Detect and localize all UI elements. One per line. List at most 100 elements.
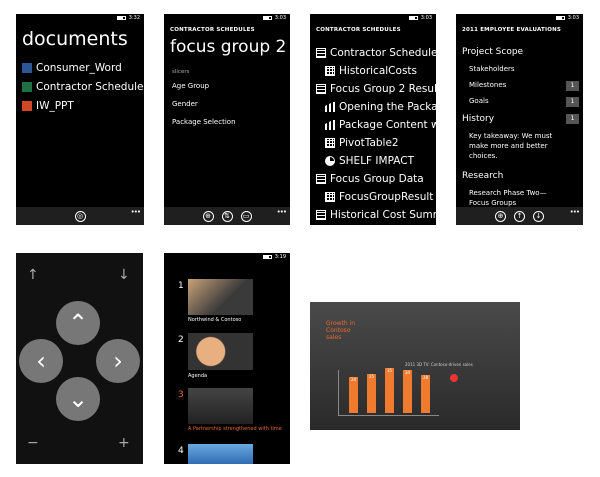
slide-number: 1	[178, 281, 184, 291]
comment-badge[interactable]: 1	[566, 97, 579, 107]
workbook-icon	[316, 84, 326, 94]
status-bar: 3:32	[116, 15, 140, 21]
item-milestones[interactable]: Milestones	[469, 81, 506, 89]
slide-title: Growth in Contoso sales	[326, 320, 356, 341]
slide-thumbnail-4[interactable]	[188, 444, 253, 464]
document-header: 2011 EMPLOYEE EVALUATIONS	[462, 27, 562, 33]
outline-item[interactable]: Historical Cost Summ	[316, 209, 436, 221]
heading-research[interactable]: Research	[462, 171, 503, 181]
focus-group-screen: 3:03 CONTRACTOR SCHEDULES focus group 2 …	[164, 14, 290, 225]
item-stakeholders[interactable]: Stakeholders	[469, 65, 515, 73]
down-arrow-button[interactable]: ↓	[533, 210, 544, 222]
workbook-icon	[316, 210, 326, 220]
outline-item[interactable]: SHELF IMPACT	[325, 155, 414, 167]
status-bar: 3:03	[408, 15, 432, 21]
outline-item[interactable]: Contractor Schedules	[316, 47, 436, 59]
documents-screen: 3:32 documents Consumer_Word Contractor …	[16, 14, 144, 225]
section-label: slicers	[172, 69, 190, 75]
slide-thumbnail-1[interactable]	[188, 279, 253, 315]
status-time: 3:03	[567, 15, 579, 21]
bar-label: 24	[349, 377, 358, 413]
arrow-up-left-icon[interactable]: ↑	[27, 267, 39, 283]
outline-item[interactable]: PivotTable2	[325, 137, 399, 149]
location-button[interactable]: ◎	[74, 210, 86, 222]
more-button[interactable]: •••	[277, 208, 287, 216]
right-button[interactable]: ›	[96, 339, 140, 383]
slide-number: 2	[178, 335, 184, 345]
slide-preview: Growth in Contoso sales 2011 3D TV: Cont…	[310, 302, 520, 430]
item-goals[interactable]: Goals	[469, 97, 489, 105]
app-bar: ◎ •••	[16, 207, 144, 225]
heading-project-scope[interactable]: Project Scope	[462, 47, 523, 57]
chart-icon	[325, 120, 335, 130]
comment-badge[interactable]: 1	[566, 81, 579, 91]
zoom-button[interactable]: ⊕	[495, 210, 506, 222]
worksheet-icon	[325, 66, 335, 76]
workbook-header: CONTRACTOR SCHEDULES	[170, 27, 255, 33]
outline-item[interactable]: HistoricalCosts	[325, 65, 417, 77]
app-bar: ⊕ ⇅ ▭ •••	[164, 207, 290, 225]
slicer-button[interactable]: ▭	[240, 210, 252, 222]
slide-thumbnails-screen: 3:19 1 Northwind & Contoso 2 Agenda 3 A …	[164, 253, 290, 464]
comment-badge[interactable]: 1	[566, 114, 579, 124]
outline-item[interactable]: Package Content w	[325, 119, 436, 131]
left-button[interactable]: ‹	[19, 339, 63, 383]
excel-icon	[22, 82, 32, 92]
outline-screen: 3:03 CONTRACTOR SCHEDULES Contractor Sch…	[310, 14, 436, 225]
zoom-out-icon[interactable]: −	[27, 435, 39, 451]
up-arrow-button[interactable]: ↑	[514, 210, 525, 222]
status-bar: 3:19	[262, 254, 286, 260]
chart-icon	[325, 102, 335, 112]
down-button[interactable]: ⌄	[56, 377, 100, 421]
takeaway-text: Key takeaway: We must make more and bett…	[469, 132, 553, 160]
slide-number: 4	[178, 446, 184, 456]
workbook-header: CONTRACTOR SCHEDULES	[316, 27, 401, 33]
up-button[interactable]: ⌃	[56, 301, 100, 345]
page-title: focus group 2 re	[170, 37, 290, 57]
outline-item[interactable]: Opening the Packa	[325, 101, 436, 113]
worksheet-icon	[325, 192, 335, 202]
swap-button[interactable]: ⇅	[221, 210, 233, 222]
item-research-phase-two[interactable]: Research Phase Two—Focus Groups	[469, 188, 559, 208]
battery-icon	[262, 255, 272, 259]
arrow-down-right-icon[interactable]: ↓	[118, 267, 130, 283]
status-bar: 3:03	[555, 15, 579, 21]
outline-item[interactable]: Focus Group 2 Result	[316, 83, 436, 95]
battery-icon	[408, 16, 418, 20]
battery-icon	[116, 16, 126, 20]
file-item-excel[interactable]: Contractor Schedules	[22, 81, 144, 93]
status-bar: 3:03	[262, 15, 286, 21]
powerpoint-icon	[22, 101, 32, 111]
red-highlight-marker	[450, 374, 458, 382]
file-item-word[interactable]: Consumer_Word	[22, 62, 122, 74]
bar-label: 34	[403, 370, 412, 413]
more-button[interactable]: •••	[131, 208, 141, 216]
bar-label: 35	[385, 368, 394, 413]
more-button[interactable]: •••	[570, 208, 580, 216]
battery-icon	[555, 16, 565, 20]
status-time: 3:19	[274, 254, 286, 260]
slide-thumbnail-2[interactable]	[188, 333, 253, 370]
slide-caption: Agenda	[188, 373, 208, 379]
status-time: 3:32	[128, 15, 140, 21]
remote-control-screen: ↑ ↓ ⌃ ‹ › ⌄ − +	[16, 253, 143, 464]
heading-history[interactable]: History	[462, 114, 494, 124]
outline-item[interactable]: FocusGroupResult	[325, 191, 433, 203]
slicer-package-selection[interactable]: Package Selection	[172, 118, 236, 126]
workbook-icon	[316, 48, 326, 58]
slicer-age-group[interactable]: Age Group	[172, 82, 209, 90]
evaluations-screen: 3:03 2011 EMPLOYEE EVALUATIONS Project S…	[456, 14, 583, 225]
bar-label: 25	[367, 374, 376, 413]
slide-caption: A Partnership strengthened with time	[188, 426, 282, 432]
page-title: documents	[22, 28, 128, 50]
worksheet-icon	[325, 138, 335, 148]
word-icon	[22, 63, 32, 73]
slide-thumbnail-3[interactable]	[188, 388, 253, 424]
zoom-button[interactable]: ⊕	[202, 210, 214, 222]
zoom-in-icon[interactable]: +	[118, 435, 130, 451]
slicer-gender[interactable]: Gender	[172, 100, 198, 108]
outline-item[interactable]: Focus Group Data	[316, 173, 424, 185]
file-item-ppt[interactable]: IW_PPT	[22, 100, 74, 112]
status-time: 3:03	[420, 15, 432, 21]
app-bar: ⊕ ↑ ↓ •••	[456, 207, 583, 225]
